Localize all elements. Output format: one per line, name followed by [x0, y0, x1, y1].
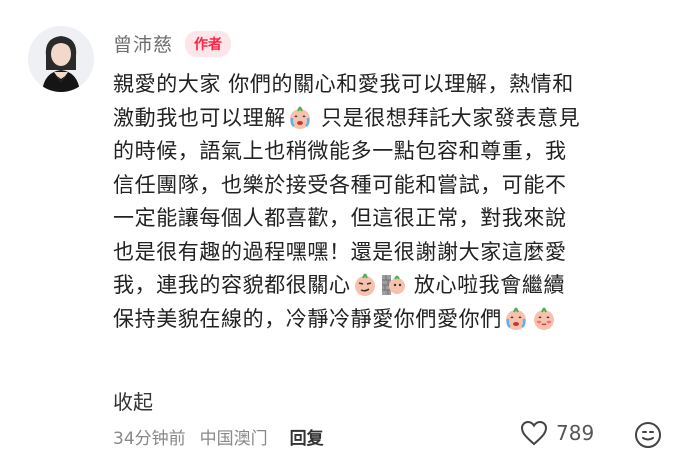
comment-text: 我，連我的容貌都很關心: [113, 273, 351, 297]
comment-location: 中国澳门: [199, 429, 268, 449]
comment-text: 激動我也可以理解: [113, 105, 286, 130]
comment-text: 放心啦我會繼續: [406, 273, 566, 297]
crying-face-emoji: [505, 307, 526, 330]
comment-line: 的時候，語氣上也稍微能多一點包容和尊重，我: [113, 135, 673, 169]
comment-line: 我，連我的容貌都很關心 放心啦我會繼續: [113, 269, 673, 303]
blush-face-emoji: [533, 307, 554, 330]
comment-line: 親愛的大家 你們的關心和愛我可以理解，熱情和: [113, 68, 673, 102]
comment-line: 也是很有趣的過程嘿嘿！還是很謝謝大家這麼愛: [113, 236, 673, 270]
author-name[interactable]: 曾沛慈: [113, 30, 173, 57]
author-badge: 作者: [185, 30, 232, 57]
comment-line: 激動我也可以理解 只是很想拜託大家發表意見: [113, 102, 673, 136]
smirk-face-emoji: [354, 273, 375, 296]
comment-line: 一定能讓每個人都喜歡，但這很正常，對我來說: [113, 202, 673, 236]
comment-text: 也是很有趣的過程嘿嘿！還是很謝謝大家這麼愛: [113, 239, 567, 264]
like-button[interactable]: 789: [520, 420, 594, 446]
comment-line: 信任團隊，也樂於接受各種可能和嘗試，可能不: [113, 169, 673, 203]
comment-body: 親愛的大家 你們的關心和愛我可以理解，熱情和 激動我也可以理解 只是很想拜託大家發…: [113, 68, 673, 336]
comment-text: 一定能讓每個人都喜歡，但這很正常，對我來說: [113, 206, 567, 230]
comment-text: 只是很想拜託大家發表意見: [313, 105, 581, 130]
collapse-link[interactable]: 收起: [113, 386, 153, 415]
reply-button[interactable]: 回复: [290, 424, 324, 449]
comment-text: 親愛的大家 你們的關心和愛我可以理解，熱情和: [113, 72, 574, 96]
avatar[interactable]: [28, 26, 94, 92]
avatar-image: [28, 26, 94, 92]
crying-face-emoji: [289, 106, 310, 129]
comment-text: 的時候，語氣上也稍微能多一點包容和尊重，我: [113, 139, 567, 163]
smiley-icon: [635, 422, 661, 448]
comment-line: 保持美貌在線的，冷靜冷靜愛你們愛你們: [113, 303, 673, 337]
comment-time: 34分钟前: [113, 429, 186, 449]
wall-peek-emoji: [381, 275, 405, 295]
comment-header: 曾沛慈 作者: [113, 30, 232, 57]
like-count: 789: [556, 421, 595, 445]
emoji-reaction-button[interactable]: [634, 421, 662, 453]
comment-text: 保持美貌在線的，冷靜冷靜愛你們愛你們: [113, 306, 502, 331]
heart-icon: [520, 420, 548, 446]
comment-text: 信任團隊，也樂於接受各種可能和嘗試，可能不: [113, 172, 567, 197]
